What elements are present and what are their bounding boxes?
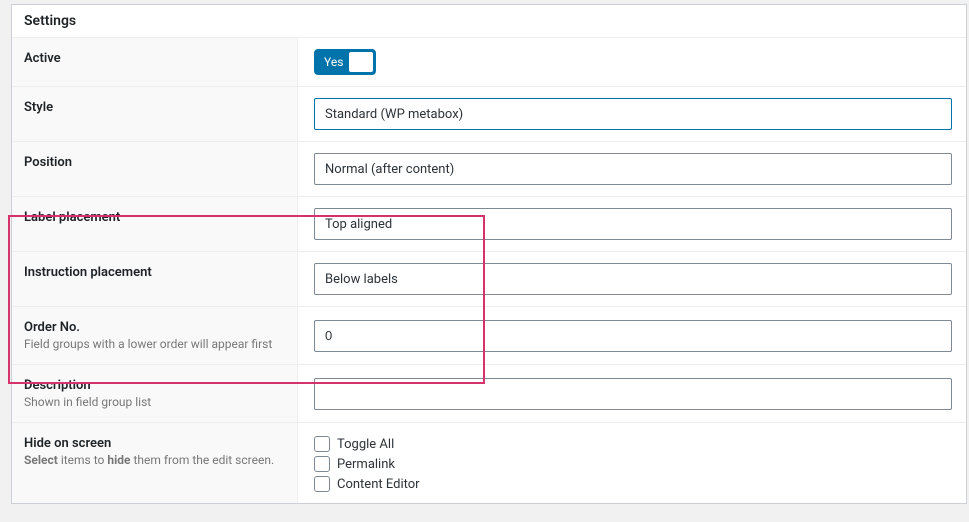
row-field: Yes xyxy=(298,38,966,86)
row-label: Style xyxy=(12,87,298,141)
active-toggle[interactable]: Yes xyxy=(314,49,376,75)
checkbox-label: Toggle All xyxy=(337,437,394,452)
row-style: Style Standard (WP metabox) xyxy=(12,87,966,142)
settings-panel: Settings Active Yes Style Standard (WP m… xyxy=(11,4,967,504)
checkbox-label: Permalink xyxy=(337,457,395,472)
row-description: Description Shown in field group list xyxy=(12,365,966,423)
label-hide-on-screen: Hide on screen xyxy=(24,436,285,451)
description-input[interactable] xyxy=(314,378,952,410)
row-field: Top aligned xyxy=(298,197,966,251)
label-active: Active xyxy=(24,51,285,66)
row-field xyxy=(298,365,966,422)
select-value: Normal (after content) xyxy=(325,162,454,177)
row-field: Standard (WP metabox) xyxy=(298,87,966,141)
instruction-placement-select[interactable]: Below labels xyxy=(314,263,952,295)
checkbox-item-toggle-all[interactable]: Toggle All xyxy=(314,436,952,452)
row-label: Instruction placement xyxy=(12,252,298,306)
row-position: Position Normal (after content) xyxy=(12,142,966,197)
row-active: Active Yes xyxy=(12,38,966,87)
row-label: Label placement xyxy=(12,197,298,251)
style-select[interactable]: Standard (WP metabox) xyxy=(314,98,952,130)
toggle-label: Yes xyxy=(316,55,343,69)
checkbox-box[interactable] xyxy=(314,436,330,452)
row-label: Active xyxy=(12,38,298,86)
select-value: Below labels xyxy=(325,272,398,287)
row-field: Toggle All Permalink Content Editor xyxy=(298,423,966,503)
label-placement-select[interactable]: Top aligned xyxy=(314,208,952,240)
order-no-input[interactable] xyxy=(314,320,952,352)
row-label: Position xyxy=(12,142,298,196)
row-instruction-placement: Instruction placement Below labels xyxy=(12,252,966,307)
desc-order-no: Field groups with a lower order will app… xyxy=(24,337,285,351)
row-field: Normal (after content) xyxy=(298,142,966,196)
label-style: Style xyxy=(24,100,285,115)
checkbox-box[interactable] xyxy=(314,456,330,472)
label-description: Description xyxy=(24,378,285,393)
row-order-no: Order No. Field groups with a lower orde… xyxy=(12,307,966,365)
checkbox-item-permalink[interactable]: Permalink xyxy=(314,456,952,472)
row-field: Below labels xyxy=(298,252,966,306)
label-order-no: Order No. xyxy=(24,320,285,335)
label-position: Position xyxy=(24,155,285,170)
desc-description: Shown in field group list xyxy=(24,395,285,409)
checkbox-label: Content Editor xyxy=(337,477,420,492)
checkbox-box[interactable] xyxy=(314,476,330,492)
panel-title: Settings xyxy=(12,5,966,38)
toggle-knob xyxy=(349,52,373,72)
label-instruction-placement: Instruction placement xyxy=(24,265,285,280)
desc-hide-on-screen: Select items to hide them from the edit … xyxy=(24,453,285,467)
row-label: Description Shown in field group list xyxy=(12,365,298,422)
row-field xyxy=(298,307,966,364)
select-value: Standard (WP metabox) xyxy=(325,107,463,122)
checkbox-item-content-editor[interactable]: Content Editor xyxy=(314,476,952,492)
row-label: Hide on screen Select items to hide them… xyxy=(12,423,298,503)
row-label-placement: Label placement Top aligned xyxy=(12,197,966,252)
label-label-placement: Label placement xyxy=(24,210,285,225)
hide-on-screen-list: Toggle All Permalink Content Editor xyxy=(314,436,952,492)
row-label: Order No. Field groups with a lower orde… xyxy=(12,307,298,364)
row-hide-on-screen: Hide on screen Select items to hide them… xyxy=(12,423,966,503)
position-select[interactable]: Normal (after content) xyxy=(314,153,952,185)
select-value: Top aligned xyxy=(325,217,392,232)
